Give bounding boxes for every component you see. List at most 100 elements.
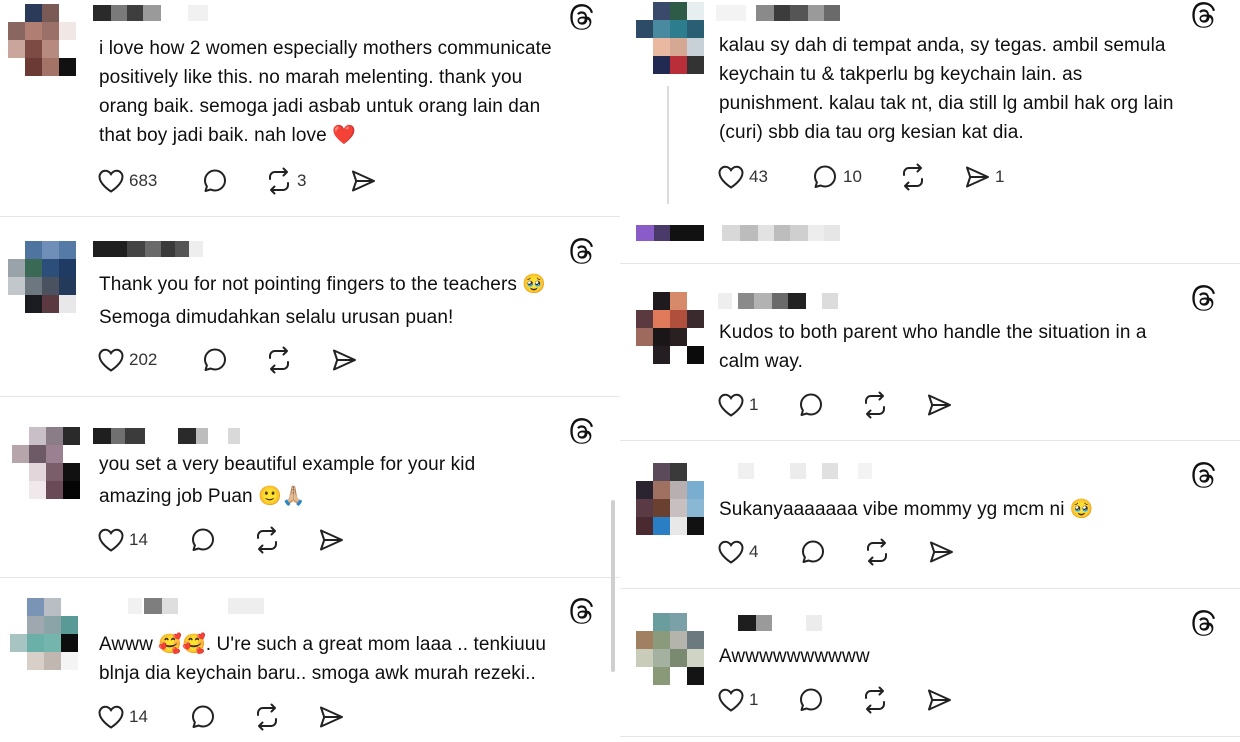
- threads-logo-icon: [1190, 285, 1218, 313]
- heart-icon: [98, 528, 124, 552]
- send-icon: [966, 166, 989, 188]
- post-text-line: punishment. kalau tak nt, dia still lg a…: [719, 93, 1174, 114]
- post-item: Kudos to both parent who handle the situ…: [620, 264, 1240, 440]
- threads-logo-icon: [568, 418, 596, 446]
- repost-icon: [269, 167, 289, 195]
- username-redacted[interactable]: [93, 241, 213, 257]
- like-count: 1: [749, 395, 759, 414]
- avatar[interactable]: [636, 2, 704, 74]
- share-button[interactable]: [330, 345, 358, 375]
- reply-button[interactable]: 10: [811, 162, 862, 192]
- right-column: kalau sy dah di tempat anda, sy tegas. a…: [620, 0, 1240, 742]
- post-item: Awww 🥰🥰. U're such a great mom laaa .. t…: [0, 578, 620, 742]
- reply-bubble-icon: [802, 540, 824, 563]
- post-divider: [620, 736, 1240, 737]
- share-button[interactable]: [317, 525, 345, 555]
- reply-button[interactable]: [201, 345, 229, 375]
- like-count: 4: [749, 542, 759, 561]
- action-bar: 43 10 1: [717, 162, 1017, 192]
- username-redacted[interactable]: [93, 428, 253, 444]
- reply-bubble-icon: [800, 688, 822, 711]
- repost-button[interactable]: [899, 162, 927, 192]
- post-text-line: Kudos to both parent who handle the situ…: [719, 322, 1147, 343]
- like-button[interactable]: 14: [97, 525, 148, 555]
- reply-count: 10: [843, 167, 862, 186]
- username-redacted[interactable]: [128, 598, 268, 614]
- repost-icon: [903, 163, 923, 191]
- reply-button[interactable]: [189, 525, 217, 555]
- share-button[interactable]: 1: [963, 162, 1004, 192]
- share-button[interactable]: [925, 685, 953, 715]
- reply-button[interactable]: [797, 685, 825, 715]
- avatar[interactable]: [8, 4, 76, 76]
- reply-bubble-icon: [204, 348, 226, 371]
- action-bar: 683 3: [97, 166, 397, 196]
- avatar[interactable]: [12, 427, 80, 499]
- send-icon: [320, 706, 343, 728]
- username-redacted[interactable]: [738, 463, 878, 479]
- username-redacted[interactable]: [716, 5, 856, 21]
- repost-button[interactable]: [863, 537, 891, 567]
- username-redacted[interactable]: [93, 5, 213, 21]
- heart-icon: [718, 688, 744, 712]
- repost-button[interactable]: [861, 390, 889, 420]
- post-text-line: calm way.: [719, 351, 803, 372]
- left-column: i love how 2 women especially mothers co…: [0, 0, 620, 742]
- threads-logo-icon: [568, 598, 596, 626]
- avatar[interactable]: [636, 613, 704, 685]
- post-text-line: blnja dia keychain baru.. smoga awk mura…: [99, 663, 536, 684]
- avatar[interactable]: [636, 292, 704, 364]
- like-button[interactable]: 683: [97, 166, 157, 196]
- like-button[interactable]: 14: [97, 702, 148, 732]
- post-text-line: (curi) sbb dia tau org kesian kat dia.: [719, 122, 1024, 143]
- action-bar: 14: [97, 702, 397, 732]
- repost-icon: [257, 703, 277, 731]
- post-text-line: Semoga dimudahkan selalu urusan puan!: [99, 307, 454, 328]
- thread-connector-line: [667, 86, 669, 204]
- send-icon: [928, 689, 951, 711]
- repost-icon: [867, 538, 887, 566]
- post-text-line: amazing job Puan 🙂🙏🏼: [99, 486, 306, 507]
- reply-button[interactable]: [189, 702, 217, 732]
- reply-bubble-icon: [814, 165, 836, 188]
- repost-button[interactable]: [861, 685, 889, 715]
- repost-icon: [257, 526, 277, 554]
- like-count: 14: [129, 707, 148, 726]
- post-text-line: i love how 2 women especially mothers co…: [99, 38, 552, 59]
- repost-button[interactable]: 3: [265, 166, 306, 196]
- post-item: Thank you for not pointing fingers to th…: [0, 217, 620, 396]
- reply-bubble-icon: [800, 393, 822, 416]
- scrollbar[interactable]: [611, 500, 615, 672]
- like-button[interactable]: 43: [717, 162, 768, 192]
- send-icon: [352, 170, 375, 192]
- reply-button[interactable]: [201, 166, 229, 196]
- reply-button[interactable]: [799, 537, 827, 567]
- reply-button[interactable]: [797, 390, 825, 420]
- send-icon: [928, 394, 951, 416]
- username-redacted[interactable]: [718, 293, 878, 309]
- like-count: 14: [129, 530, 148, 549]
- like-button[interactable]: 4: [717, 537, 758, 567]
- repost-button[interactable]: [265, 345, 293, 375]
- avatar[interactable]: [10, 598, 78, 670]
- share-button[interactable]: [349, 166, 377, 196]
- heart-icon: [718, 393, 744, 417]
- share-button[interactable]: [927, 537, 955, 567]
- post-text: Kudos to both parent who handle the situ…: [719, 318, 1147, 376]
- share-button[interactable]: [317, 702, 345, 732]
- like-button[interactable]: 202: [97, 345, 157, 375]
- heart-icon: [98, 169, 124, 193]
- username-redacted[interactable]: [738, 615, 838, 631]
- like-count: 683: [129, 171, 158, 190]
- avatar[interactable]: [636, 463, 704, 535]
- heart-icon: [98, 705, 124, 729]
- like-button[interactable]: 1: [717, 685, 758, 715]
- avatar[interactable]: [8, 241, 76, 313]
- repost-button[interactable]: [253, 525, 281, 555]
- share-button[interactable]: [925, 390, 953, 420]
- heart-icon: [718, 165, 744, 189]
- repost-button[interactable]: [253, 702, 281, 732]
- like-count: 1: [749, 690, 759, 709]
- like-button[interactable]: 1: [717, 390, 758, 420]
- action-bar: 4: [717, 537, 1017, 567]
